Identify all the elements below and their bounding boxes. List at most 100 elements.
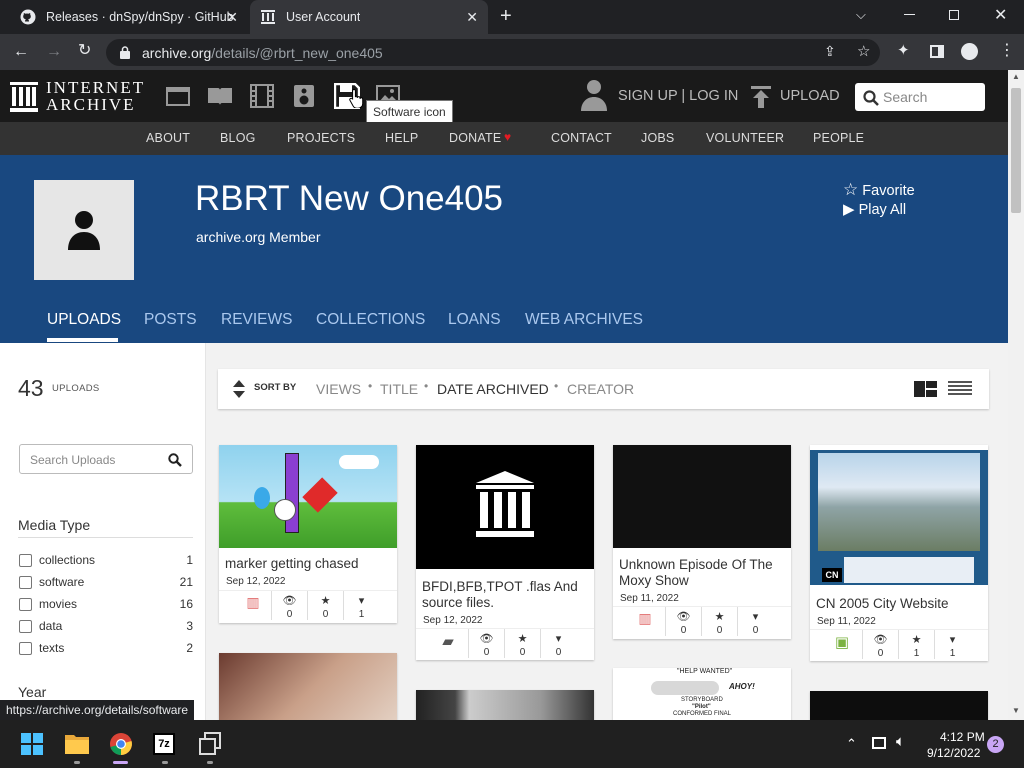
sort-option-title[interactable]: TITLE bbox=[380, 381, 418, 397]
item-title[interactable]: CN 2005 City Website bbox=[816, 596, 982, 612]
bookmark-star-icon[interactable]: ☆ bbox=[857, 42, 870, 60]
new-tab-icon[interactable]: + bbox=[500, 5, 512, 28]
profile-avatar-icon[interactable] bbox=[961, 43, 978, 60]
file-explorer-icon[interactable] bbox=[65, 733, 89, 754]
browser-tab-active[interactable]: User Account ✕ bbox=[250, 0, 488, 34]
nav-jobs[interactable]: JOBS bbox=[641, 131, 674, 145]
web-icon[interactable] bbox=[166, 87, 190, 106]
item-card[interactable] bbox=[416, 690, 594, 720]
search-uploads-input[interactable]: Search Uploads bbox=[19, 444, 193, 474]
tab-collections[interactable]: COLLECTIONS bbox=[316, 311, 425, 329]
tab-search-chevron-icon[interactable]: ⌵ bbox=[856, 7, 866, 23]
sort-option-date-archived[interactable]: DATE ARCHIVED bbox=[437, 381, 549, 397]
side-panel-icon[interactable] bbox=[930, 45, 944, 58]
page-scrollbar[interactable]: ▲ ▼ bbox=[1008, 70, 1024, 720]
nav-projects[interactable]: PROJECTS bbox=[287, 131, 355, 145]
tab-web-archives[interactable]: WEB ARCHIVES bbox=[525, 311, 643, 329]
tile-view-icon[interactable] bbox=[914, 381, 937, 397]
tab-loans[interactable]: LOANS bbox=[448, 311, 501, 329]
network-icon[interactable] bbox=[872, 737, 886, 749]
close-tab-icon[interactable]: ✕ bbox=[466, 9, 478, 26]
close-window-icon[interactable]: ✕ bbox=[994, 5, 1007, 25]
clock-time[interactable]: 4:12 PM bbox=[940, 730, 985, 744]
search-icon[interactable] bbox=[168, 453, 182, 467]
nav-blog[interactable]: BLOG bbox=[220, 131, 256, 145]
play-all-button[interactable]: ▶ Play All bbox=[843, 200, 906, 218]
windows-start-icon[interactable] bbox=[21, 733, 43, 755]
url-domain: archive.org bbox=[142, 45, 212, 61]
favorites-count: 0 bbox=[519, 647, 526, 658]
system-tray-chevron-icon[interactable]: ⌃ bbox=[846, 736, 857, 752]
media-type-label: data bbox=[39, 619, 63, 633]
tab-uploads[interactable]: UPLOADS bbox=[47, 311, 121, 329]
item-thumbnail bbox=[810, 691, 988, 720]
item-card[interactable] bbox=[219, 653, 397, 720]
sort-arrows-icon[interactable] bbox=[233, 380, 245, 398]
signup-login-link[interactable]: SIGN UP | LOG IN bbox=[618, 88, 738, 104]
favorite-button[interactable]: ☆ Favorite bbox=[843, 180, 915, 200]
reload-icon[interactable]: ↻ bbox=[78, 43, 91, 59]
item-card[interactable] bbox=[810, 691, 988, 720]
checkbox[interactable] bbox=[19, 642, 32, 655]
clock-date[interactable]: 9/12/2022 bbox=[927, 746, 980, 760]
nav-people[interactable]: PEOPLE bbox=[813, 131, 864, 145]
favorites-count: 1 bbox=[913, 648, 920, 659]
profile-name: RBRT New One405 bbox=[195, 179, 504, 218]
volume-icon[interactable]: 🔈︎ bbox=[896, 733, 905, 750]
item-title[interactable]: Unknown Episode Of The Moxy Show bbox=[619, 557, 785, 589]
archive-building-icon bbox=[476, 471, 534, 537]
sort-option-views[interactable]: VIEWS bbox=[316, 381, 361, 397]
ia-search-input[interactable]: Search bbox=[855, 83, 985, 111]
item-card[interactable]: Unknown Episode Of The Moxy Show Sep 11,… bbox=[613, 445, 791, 639]
notification-badge[interactable]: 2 bbox=[987, 736, 1004, 753]
item-card[interactable]: marker getting chased Sep 12, 2022 ▥ 👁︎ 0… bbox=[219, 445, 397, 623]
filters-sidebar: 43 UPLOADS Search Uploads Media Type col… bbox=[0, 343, 206, 720]
tab-reviews[interactable]: REVIEWS bbox=[221, 311, 292, 329]
minimize-icon[interactable] bbox=[904, 14, 915, 15]
7zip-icon[interactable]: 7z bbox=[153, 733, 175, 755]
item-card[interactable]: "HELP WANTED" AHOY! STORYBOARD "Pilot" C… bbox=[613, 668, 791, 720]
item-date: Sep 12, 2022 bbox=[423, 615, 483, 626]
scroll-thumb[interactable] bbox=[1011, 88, 1021, 213]
item-card[interactable]: CN CN 2005 City Website Sep 11, 2022 ▣ 👁… bbox=[810, 445, 988, 661]
upload-link[interactable]: UPLOAD bbox=[780, 88, 840, 104]
sort-option-creator[interactable]: CREATOR bbox=[567, 381, 634, 397]
reviews-stat: ▾ 1 bbox=[934, 630, 970, 659]
audio-speaker-icon[interactable] bbox=[293, 84, 315, 108]
upload-arrow-icon[interactable] bbox=[751, 86, 771, 108]
nav-about[interactable]: ABOUT bbox=[146, 131, 190, 145]
search-placeholder: Search bbox=[883, 89, 928, 105]
forward-arrow-icon[interactable]: → bbox=[46, 44, 62, 60]
item-title[interactable]: marker getting chased bbox=[225, 556, 391, 572]
browser-tab-github[interactable]: Releases · dnSpy/dnSpy · GitHub ✕ bbox=[8, 0, 248, 34]
chrome-menu-icon[interactable]: ⋮ bbox=[999, 43, 1015, 59]
ia-logo[interactable]: INTERNET ARCHIVE bbox=[10, 78, 145, 114]
item-title[interactable]: BFDI,BFB,TPOT .flas And source files. bbox=[422, 579, 588, 611]
item-card[interactable]: BFDI,BFB,TPOT .flas And source files. Se… bbox=[416, 445, 594, 660]
extensions-icon[interactable]: ✦ bbox=[897, 43, 910, 59]
scroll-up-arrow-icon[interactable]: ▲ bbox=[1012, 72, 1020, 81]
nav-help[interactable]: HELP bbox=[385, 131, 418, 145]
address-bar[interactable]: archive.org/details/@rbrt_new_one405 ⇪ ☆ bbox=[106, 39, 880, 66]
nav-donate[interactable]: DONATE bbox=[449, 131, 501, 145]
tab-posts[interactable]: POSTS bbox=[144, 311, 197, 329]
task-view-icon[interactable] bbox=[198, 732, 222, 756]
nav-contact[interactable]: CONTACT bbox=[551, 131, 612, 145]
close-tab-icon[interactable]: ✕ bbox=[226, 9, 238, 26]
checkbox[interactable] bbox=[19, 554, 32, 567]
checkbox[interactable] bbox=[19, 620, 32, 633]
scroll-down-arrow-icon[interactable]: ▼ bbox=[1012, 706, 1020, 715]
back-arrow-icon[interactable]: ← bbox=[13, 44, 29, 60]
checkbox[interactable] bbox=[19, 598, 32, 611]
tab-title: User Account bbox=[286, 10, 361, 24]
user-avatar-icon[interactable] bbox=[580, 79, 608, 111]
list-view-icon[interactable] bbox=[948, 381, 972, 397]
chrome-icon[interactable] bbox=[109, 732, 133, 756]
share-icon[interactable]: ⇪ bbox=[824, 43, 836, 60]
restore-icon[interactable] bbox=[949, 10, 959, 20]
nav-volunteer[interactable]: VOLUNTEER bbox=[706, 131, 784, 145]
media-type-count: 2 bbox=[186, 641, 193, 655]
texts-book-icon[interactable] bbox=[207, 86, 233, 106]
video-film-icon[interactable] bbox=[250, 84, 274, 108]
checkbox[interactable] bbox=[19, 576, 32, 589]
